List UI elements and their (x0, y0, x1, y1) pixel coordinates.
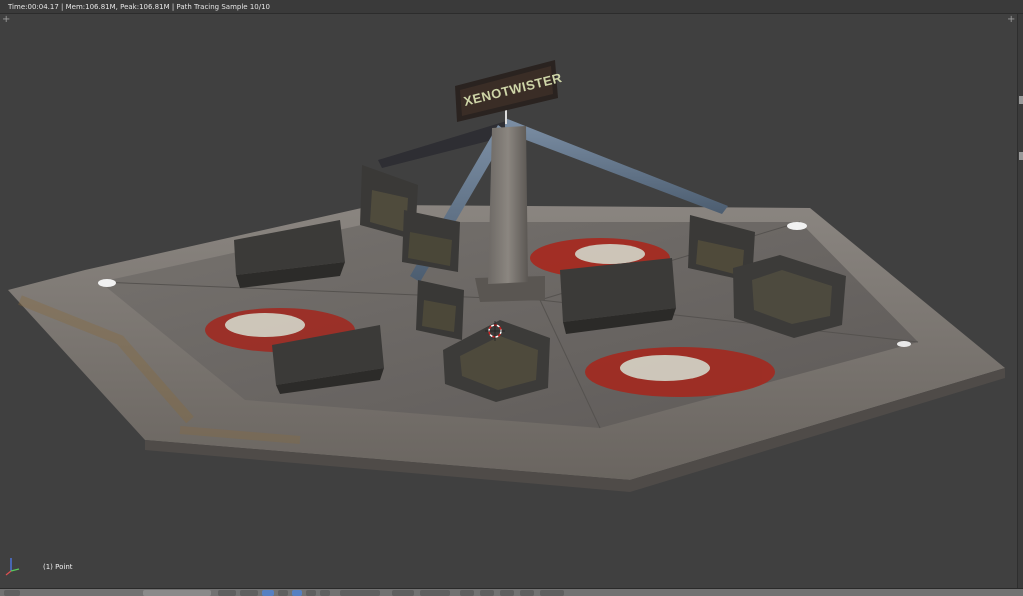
render-status-bar: Time:00:04.17 | Mem:106.81M, Peak:106.81… (0, 0, 1023, 14)
editor-type-button[interactable] (4, 590, 20, 596)
render-button[interactable] (460, 590, 474, 596)
ride-sign: XENOTWISTER (455, 60, 564, 124)
3d-viewport[interactable]: XENOTWISTER + + (0, 14, 1017, 590)
render-scene: XENOTWISTER (8, 60, 1005, 492)
scroll-handle[interactable] (1019, 96, 1023, 104)
ride-car (416, 280, 464, 340)
mode-select[interactable] (218, 590, 236, 596)
lamp (897, 341, 911, 347)
view-menu[interactable] (143, 590, 211, 596)
layer-button[interactable] (306, 590, 316, 596)
layer-button[interactable] (320, 590, 330, 596)
layer-button[interactable] (292, 590, 302, 596)
snap-element[interactable] (420, 590, 450, 596)
shading-button[interactable] (240, 590, 258, 596)
render-button[interactable] (500, 590, 514, 596)
lamp (787, 222, 807, 230)
manipulator-button[interactable] (278, 590, 288, 596)
active-object-label: (1) Point (43, 563, 73, 571)
snap-button[interactable] (392, 590, 414, 596)
region-edge[interactable] (1017, 14, 1023, 590)
scroll-handle[interactable] (1019, 152, 1023, 160)
render-button[interactable] (520, 590, 534, 596)
pivot-button[interactable] (262, 590, 274, 596)
axis-gizmo-icon (5, 558, 20, 576)
render-info-text: Time:00:04.17 | Mem:106.81M, Peak:106.81… (8, 3, 270, 11)
render-button[interactable] (480, 590, 494, 596)
plus-icon[interactable]: + (2, 15, 10, 25)
layer-button[interactable] (340, 590, 380, 596)
lamp (98, 279, 116, 287)
plus-icon[interactable]: + (1007, 15, 1015, 25)
center-pole (488, 126, 528, 284)
render-button[interactable] (540, 590, 564, 596)
